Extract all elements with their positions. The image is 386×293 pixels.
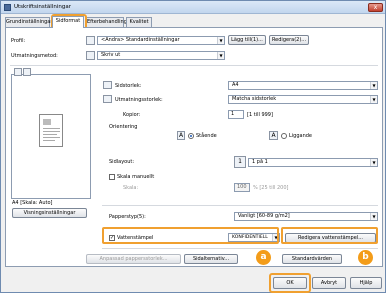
close-button[interactable]: x	[368, 3, 383, 12]
tab-basic[interactable]: Grundinställningar	[5, 17, 52, 27]
copies-range: [1 till 999]	[247, 112, 273, 118]
chevron-down-icon: ▼	[370, 213, 377, 220]
edit-profile-button[interactable]: Redigera(2)...	[269, 35, 309, 45]
output-method-label: Utmatningsmetod:	[11, 53, 58, 59]
tab-finishing[interactable]: Efterbehandling	[86, 17, 127, 27]
divider	[102, 205, 378, 206]
portrait-label: Stående	[196, 133, 217, 139]
printer-icon	[4, 4, 11, 11]
profile-select[interactable]: <Ändra> Standardinställningar ▼	[97, 36, 225, 45]
callout-b-badge: b	[358, 250, 373, 265]
preview-mode-icon[interactable]	[14, 68, 22, 76]
divider	[10, 65, 378, 66]
chevron-down-icon: ▼	[217, 37, 224, 44]
chevron-down-icon: ▼	[370, 96, 377, 103]
preview-caption: A4 [Skala: Auto]	[12, 200, 53, 206]
landscape-radio[interactable]	[281, 133, 287, 139]
ok-highlight	[269, 273, 311, 293]
copies-label: Kopior:	[123, 112, 141, 118]
output-size-select[interactable]: Matcha sidstorlek ▼	[228, 95, 378, 104]
page-preview	[11, 74, 91, 199]
paper-type-select[interactable]: Vanligt [60-89 g/m2] ▼	[234, 212, 378, 221]
paper-type-label: Papperstyp(5):	[109, 214, 146, 220]
profile-icon	[86, 36, 95, 45]
tab-quality[interactable]: Kvalitet	[126, 17, 152, 27]
watermark-highlight	[102, 227, 279, 244]
scale-stepper[interactable]: 100	[234, 183, 250, 192]
landscape-label: Liggande	[289, 133, 313, 139]
output-size-label: Utmatningsstorlek:	[115, 97, 163, 103]
manual-scale-label: Skala manuellt	[117, 174, 155, 180]
edit-watermark-highlight	[281, 227, 378, 244]
preview-zoom-icon[interactable]	[23, 68, 31, 76]
help-button[interactable]: Hjälp	[350, 277, 382, 289]
output-method-select[interactable]: Skriv ut ▼	[97, 51, 225, 60]
print-icon	[86, 51, 95, 60]
output-size-icon	[103, 95, 112, 103]
orientation-label: Orientering	[109, 124, 138, 130]
portrait-radio[interactable]	[188, 133, 194, 139]
scale-range: % [25 till 200]	[253, 185, 289, 191]
layout-icon: 1	[234, 156, 246, 168]
layout-label: Sidlayout:	[109, 159, 135, 165]
preview-paper	[39, 114, 63, 147]
custom-paper-size-button[interactable]: Anpassad pappersstorlek...	[86, 254, 181, 264]
preview-settings-button[interactable]: Visningsinställningar	[12, 208, 87, 218]
copies-stepper[interactable]: 1	[228, 110, 244, 119]
manual-scale-checkbox[interactable]	[109, 174, 115, 180]
layout-select[interactable]: 1 på 1 ▼	[248, 158, 378, 167]
window-title: Utskriftsinställningar	[14, 4, 71, 10]
scale-label: Skala:	[123, 185, 139, 191]
chevron-down-icon: ▼	[370, 159, 377, 166]
add-profile-button[interactable]: Lägg till(1)...	[228, 35, 266, 45]
tab-page-setup[interactable]: Sidformat	[52, 16, 84, 28]
printing-preferences-window: Utskriftsinställningar x Grundinställnin…	[0, 0, 386, 293]
page-size-select[interactable]: A4 ▼	[228, 81, 378, 90]
landscape-icon: A	[269, 131, 278, 140]
callout-a-badge: a	[256, 250, 271, 265]
title-bar: Utskriftsinställningar x	[1, 1, 385, 14]
chevron-down-icon: ▼	[217, 52, 224, 59]
page-size-label: Sidstorlek:	[115, 83, 142, 89]
chevron-down-icon: ▼	[370, 82, 377, 89]
restore-defaults-button[interactable]: Standardvärden	[282, 254, 342, 264]
profile-label: Profil:	[11, 38, 26, 44]
page-options-button[interactable]: Sidalternativ...	[184, 254, 238, 264]
divider	[102, 248, 378, 249]
cancel-button[interactable]: Avbryt	[312, 277, 346, 289]
page-size-icon	[103, 81, 112, 89]
portrait-icon: A	[177, 131, 185, 140]
